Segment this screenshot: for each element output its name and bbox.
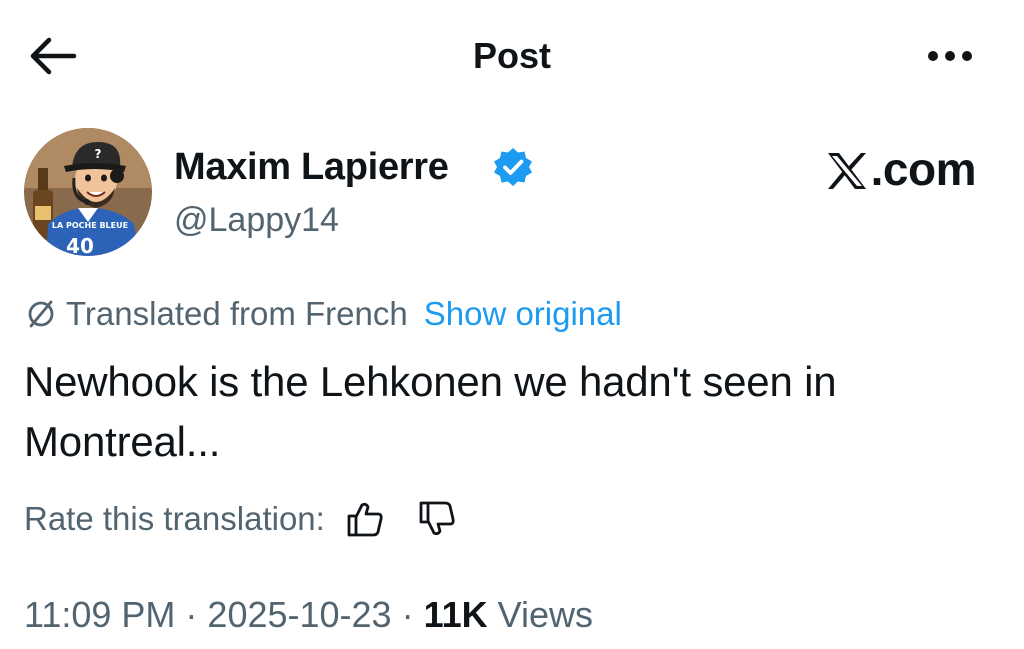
author-handle[interactable]: @Lappy14 bbox=[174, 198, 339, 242]
meta-separator: · bbox=[401, 594, 414, 635]
more-horizontal-icon bbox=[928, 51, 972, 61]
rate-translation: Rate this translation: bbox=[24, 497, 457, 541]
x-com-watermark: .com bbox=[700, 142, 977, 196]
thumbs-up-icon[interactable] bbox=[345, 499, 385, 539]
thumbs-down-icon[interactable] bbox=[417, 499, 457, 539]
translation-indicator: Translated from French Show original bbox=[24, 292, 622, 336]
show-original-link[interactable]: Show original bbox=[424, 292, 622, 336]
verified-badge-icon bbox=[494, 148, 532, 186]
page-title: Post bbox=[472, 35, 551, 76]
meta-separator: · bbox=[185, 594, 198, 635]
avatar-jersey-number: 40 bbox=[66, 234, 94, 256]
view-count: 11K bbox=[423, 594, 488, 635]
author-name[interactable]: Maxim Lapierre bbox=[174, 144, 449, 190]
verified-badge[interactable] bbox=[492, 146, 534, 188]
avatar-illustration: LA POCHE BLEUE 40 ? bbox=[24, 128, 152, 256]
avatar[interactable]: LA POCHE BLEUE 40 ? bbox=[24, 128, 152, 256]
svg-text:?: ? bbox=[95, 147, 102, 161]
translate-icon bbox=[28, 300, 54, 328]
more-options-button[interactable] bbox=[918, 34, 982, 78]
translated-from-label: Translated from French bbox=[66, 295, 408, 332]
watermark-text: .com bbox=[870, 143, 977, 195]
views-label: Views bbox=[497, 594, 594, 635]
post-time[interactable]: 11:09 PM bbox=[24, 592, 175, 638]
avatar-jersey-text: LA POCHE BLEUE bbox=[52, 221, 128, 230]
tweet-text: Newhook is the Lehkonen we hadn't seen i… bbox=[24, 358, 837, 465]
rate-translation-label: Rate this translation: bbox=[24, 500, 325, 537]
post-meta: 11:09 PM · 2025-10-23 · 11K Views bbox=[24, 592, 593, 638]
post-date[interactable]: 2025-10-23 bbox=[207, 592, 391, 638]
x-logo-icon bbox=[825, 148, 869, 189]
